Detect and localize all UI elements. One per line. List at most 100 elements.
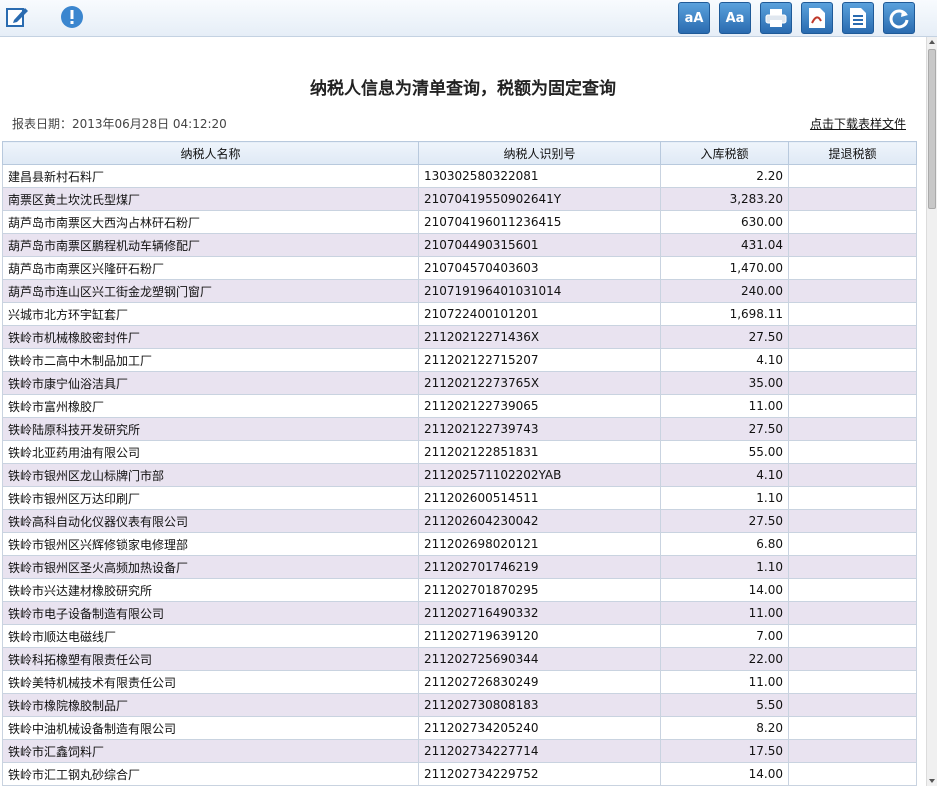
cell-taxpayer-id: 211202571102202YAB (418, 463, 661, 487)
cell-taxpayer-id: 210722400101201 (418, 302, 661, 326)
cell-paid-tax: 630.00 (660, 210, 789, 234)
table-row: 铁岭市汇工钢丸砂综合厂 211202734229752 14.00 (2, 762, 917, 786)
cell-paid-tax: 8.20 (660, 716, 789, 740)
cell-taxpayer-name: 葫芦岛市连山区兴工街金龙塑钢门窗厂 (2, 279, 419, 303)
cell-paid-tax: 431.04 (660, 233, 789, 257)
export-sheet-button[interactable] (842, 2, 874, 34)
cell-taxpayer-id: 211202701746219 (418, 555, 661, 579)
cell-taxpayer-name: 铁岭市汇工钢丸砂综合厂 (2, 762, 419, 786)
export-pdf-button[interactable] (801, 2, 833, 34)
header-refund-tax: 提退税额 (788, 141, 917, 165)
table-row: 铁岭市橡院橡胶制品厂 211202730808183 5.50 (2, 693, 917, 717)
cell-paid-tax: 6.80 (660, 532, 789, 556)
cell-paid-tax: 35.00 (660, 371, 789, 395)
cell-taxpayer-name: 建昌县新村石料厂 (2, 164, 419, 188)
cell-taxpayer-name: 铁岭市电子设备制造有限公司 (2, 601, 419, 625)
table-row: 葫芦岛市南票区大西沟占林矸石粉厂 210704196011236415 630.00 (2, 210, 917, 234)
table-row: 铁岭市银州区万达印刷厂 211202600514511 1.10 (2, 486, 917, 510)
cell-taxpayer-id: 210704490315601 (418, 233, 661, 257)
cell-paid-tax: 4.10 (660, 348, 789, 372)
vertical-scrollbar[interactable] (926, 37, 937, 786)
table-row: 铁岭市顺达电磁线厂 211202719639120 7.00 (2, 624, 917, 648)
table-row: 铁岭北亚药用油有限公司 211202122851831 55.00 (2, 440, 917, 464)
report-date: 报表日期：2013年06月28日 04:12:20 (12, 117, 227, 131)
print-icon (765, 9, 787, 27)
cell-taxpayer-id: 211202600514511 (418, 486, 661, 510)
taxpayer-table: 纳税人名称 纳税人识别号 入库税额 提退税额 建昌县新村石料厂 130302580… (2, 141, 917, 786)
table-row: 铁岭市银州区龙山标牌门市部 211202571102202YAB 4.10 (2, 463, 917, 487)
table-row: 兴城市北方环宇缸套厂 210722400101201 1,698.11 (2, 302, 917, 326)
cell-refund-tax (788, 578, 917, 602)
cell-refund-tax (788, 256, 917, 280)
cell-paid-tax: 17.50 (660, 739, 789, 763)
cell-taxpayer-id: 211202122739065 (418, 394, 661, 418)
cell-refund-tax (788, 325, 917, 349)
cell-refund-tax (788, 210, 917, 234)
font-larger-button[interactable]: aA (678, 2, 710, 34)
cell-taxpayer-id: 21120212271436X (418, 325, 661, 349)
scroll-down-arrow-icon[interactable] (929, 779, 935, 783)
table-row: 铁岭市富州橡胶厂 211202122739065 11.00 (2, 394, 917, 418)
cell-refund-tax (788, 532, 917, 556)
cell-taxpayer-name: 铁岭市富州橡胶厂 (2, 394, 419, 418)
alert-icon[interactable] (59, 4, 85, 30)
cell-paid-tax: 11.00 (660, 601, 789, 625)
edit-icon[interactable] (4, 4, 30, 30)
cell-taxpayer-name: 铁岭中油机械设备制造有限公司 (2, 716, 419, 740)
table-row: 铁岭市汇鑫饲料厂 211202734227714 17.50 (2, 739, 917, 763)
cell-paid-tax: 27.50 (660, 417, 789, 441)
cell-paid-tax: 1,698.11 (660, 302, 789, 326)
cell-paid-tax: 7.00 (660, 624, 789, 648)
cell-refund-tax (788, 371, 917, 395)
cell-taxpayer-id: 211202734205240 (418, 716, 661, 740)
cell-paid-tax: 27.50 (660, 509, 789, 533)
font-larger-icon: aA (684, 10, 704, 26)
cell-taxpayer-id: 211202726830249 (418, 670, 661, 694)
cell-paid-tax: 4.10 (660, 463, 789, 487)
scroll-thumb[interactable] (928, 49, 936, 209)
scroll-up-arrow-icon[interactable] (929, 40, 935, 44)
cell-taxpayer-name: 葫芦岛市南票区兴隆矸石粉厂 (2, 256, 419, 280)
cell-refund-tax (788, 233, 917, 257)
cell-paid-tax: 14.00 (660, 762, 789, 786)
font-smaller-icon: Aa (725, 10, 745, 26)
table-row: 铁岭科拓橡塑有限责任公司 211202725690344 22.00 (2, 647, 917, 671)
cell-paid-tax: 11.00 (660, 394, 789, 418)
font-smaller-button[interactable]: Aa (719, 2, 751, 34)
cell-taxpayer-name: 铁岭市汇鑫饲料厂 (2, 739, 419, 763)
cell-paid-tax: 2.20 (660, 164, 789, 188)
table-row: 葫芦岛市连山区兴工街金龙塑钢门窗厂 210719196401031014 240.0… (2, 279, 917, 303)
cell-taxpayer-id: 21120212273765X (418, 371, 661, 395)
table-row: 铁岭中油机械设备制造有限公司 211202734205240 8.20 (2, 716, 917, 740)
cell-taxpayer-name: 兴城市北方环宇缸套厂 (2, 302, 419, 326)
table-row: 铁岭美特机械技术有限责任公司 211202726830249 11.00 (2, 670, 917, 694)
cell-paid-tax: 1.10 (660, 486, 789, 510)
cell-taxpayer-id: 211202730808183 (418, 693, 661, 717)
table-row: 铁岭市银州区兴辉修锁家电修理部 211202698020121 6.80 (2, 532, 917, 556)
cell-taxpayer-id: 21070419550902641Y (418, 187, 661, 211)
cell-taxpayer-name: 铁岭市康宁仙浴洁具厂 (2, 371, 419, 395)
cell-refund-tax (788, 555, 917, 579)
cell-refund-tax (788, 440, 917, 464)
cell-taxpayer-id: 211202122851831 (418, 440, 661, 464)
cell-taxpayer-id: 211202725690344 (418, 647, 661, 671)
cell-paid-tax: 1,470.00 (660, 256, 789, 280)
cell-taxpayer-name: 铁岭市二高中木制品加工厂 (2, 348, 419, 372)
cell-paid-tax: 5.50 (660, 693, 789, 717)
cell-taxpayer-id: 211202604230042 (418, 509, 661, 533)
table-row: 铁岭市银州区圣火高频加热设备厂 211202701746219 1.10 (2, 555, 917, 579)
print-button[interactable] (760, 2, 792, 34)
cell-taxpayer-id: 211202698020121 (418, 532, 661, 556)
cell-refund-tax (788, 670, 917, 694)
refresh-button[interactable] (883, 2, 915, 34)
cell-refund-tax (788, 624, 917, 648)
download-template-link[interactable]: 点击下载表样文件 (810, 115, 906, 132)
table-row: 葫芦岛市南票区兴隆矸石粉厂 210704570403603 1,470.00 (2, 256, 917, 280)
export-pdf-icon (809, 8, 825, 28)
refresh-icon (889, 9, 909, 29)
cell-taxpayer-name: 铁岭市银州区龙山标牌门市部 (2, 463, 419, 487)
table-row: 铁岭市二高中木制品加工厂 211202122715207 4.10 (2, 348, 917, 372)
cell-taxpayer-name: 铁岭陆原科技开发研究所 (2, 417, 419, 441)
cell-taxpayer-id: 130302580322081 (418, 164, 661, 188)
cell-taxpayer-name: 铁岭高科自动化仪器仪表有限公司 (2, 509, 419, 533)
